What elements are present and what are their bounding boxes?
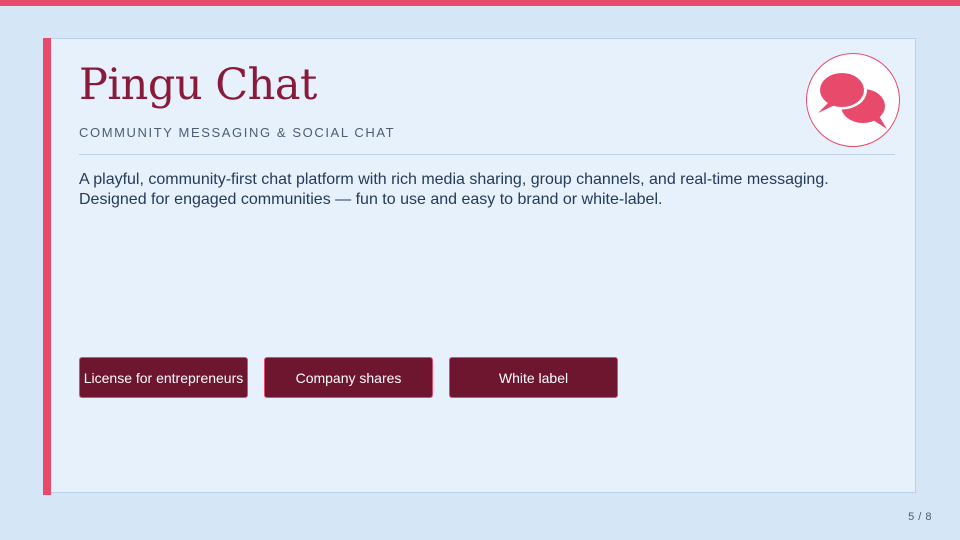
product-description: A playful, community-first chat platform… [79, 171, 829, 208]
product-title: Pingu Chat [79, 60, 317, 110]
card-accent-stripe [43, 38, 51, 495]
top-accent-bar [0, 0, 960, 6]
product-subtitle: COMMUNITY MESSAGING & SOCIAL CHAT [79, 125, 396, 140]
white-label-button[interactable]: White label [449, 357, 618, 398]
page-indicator: 5 / 8 [908, 511, 932, 523]
company-shares-button[interactable]: Company shares [264, 357, 433, 398]
product-logo [806, 53, 900, 147]
chat-bubbles-icon [817, 70, 887, 129]
divider [79, 154, 895, 155]
license-for-entrepreneurs-button[interactable]: License for entrepreneurs [79, 357, 248, 398]
